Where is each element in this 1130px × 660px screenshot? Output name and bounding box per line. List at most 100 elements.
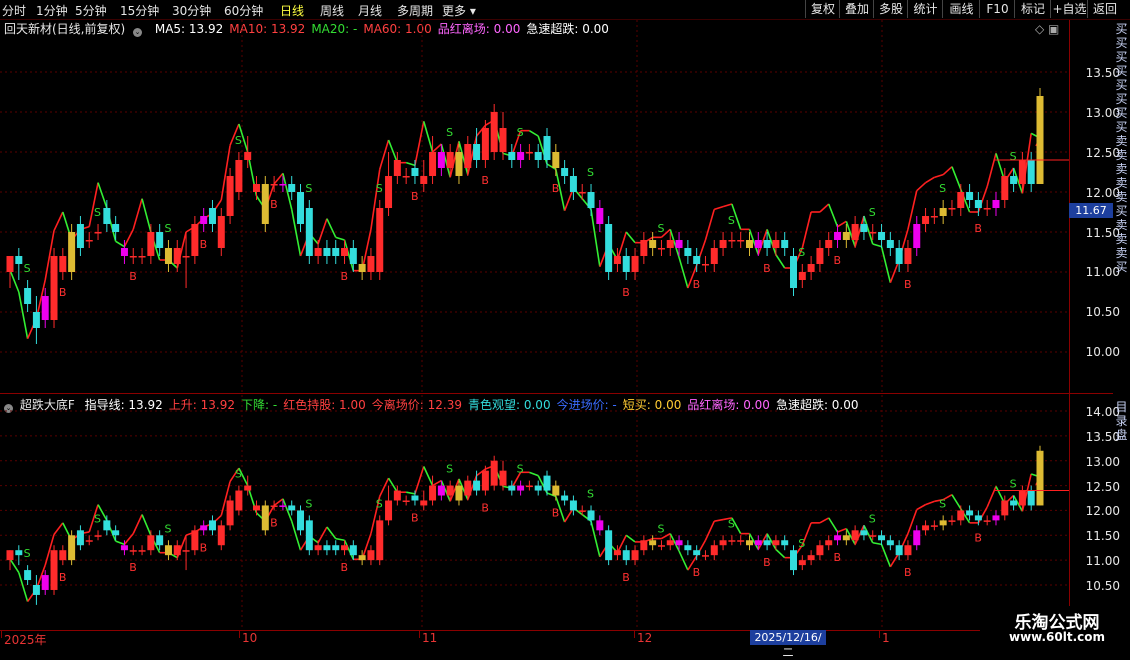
candle-body-main — [429, 152, 437, 176]
signal-sell-sub: S — [939, 497, 946, 510]
side-panel-cut-2: 目录盘 — [1115, 400, 1128, 442]
guide-line-segment-sub — [916, 503, 926, 511]
guide-line-segment-main — [528, 129, 539, 137]
candle-body-sub — [816, 545, 824, 556]
candle-body-sub — [983, 520, 991, 522]
candle-body-sub — [781, 540, 789, 546]
candle-body-sub — [244, 485, 252, 491]
signal-buy-main: B — [552, 182, 560, 195]
candle-body-sub — [834, 535, 842, 541]
signal-buy-main: B — [481, 174, 489, 187]
candle-body-main — [930, 216, 938, 218]
guide-line-segment-main — [775, 254, 786, 269]
candle-body-sub — [499, 470, 507, 486]
candle-body-main — [323, 248, 331, 256]
signal-sell-sub: S — [1010, 478, 1017, 491]
candle-body-sub — [922, 525, 930, 531]
candle-body-sub — [314, 545, 322, 551]
signal-buy-sub: B — [481, 502, 489, 515]
signal-buy-main: B — [622, 286, 630, 299]
candle-body-main — [569, 176, 577, 192]
candle-body-main — [913, 224, 921, 248]
candle-body-main — [244, 152, 252, 160]
candle-body-sub — [261, 505, 269, 531]
candle-body-main — [851, 224, 859, 240]
candle-body-sub — [385, 500, 393, 521]
candle-body-sub — [790, 550, 798, 571]
candle-body-main — [226, 176, 234, 216]
candle-body-main — [499, 128, 507, 152]
candle-body-sub — [886, 540, 894, 546]
candle-body-main — [719, 240, 727, 248]
guide-line-segment-main — [880, 246, 892, 283]
candle-body-sub — [851, 530, 859, 541]
guide-line-segment-sub — [432, 479, 442, 487]
candle-body-main — [200, 216, 208, 224]
candle-body-sub — [156, 535, 164, 546]
toolbar-button-8[interactable]: 返回 — [1087, 0, 1122, 18]
guide-line-segment-main — [827, 203, 839, 227]
guide-line-segment-sub — [714, 518, 724, 522]
candle-body-main — [208, 208, 216, 224]
candle-body-main — [816, 248, 824, 264]
candle-body-main — [164, 248, 172, 264]
guide-line-segment-main — [714, 205, 724, 211]
candle-body-main — [684, 248, 692, 256]
watermark: 乐淘公式网 www.60lt.com — [984, 606, 1130, 650]
candle-body-main — [156, 232, 164, 248]
candle-body-main — [534, 152, 542, 160]
signal-sell-sub: S — [376, 497, 383, 510]
signal-sell-sub: S — [657, 522, 664, 535]
candle-body-main — [94, 232, 102, 234]
candle-body-main — [508, 152, 516, 160]
candle-body-sub — [103, 520, 111, 531]
signal-sell-main: S — [164, 222, 171, 235]
signal-buy-main: B — [974, 222, 982, 235]
candle-body-sub — [1001, 500, 1009, 516]
candle-body-sub — [138, 550, 146, 552]
candle-body-sub — [745, 540, 753, 546]
guide-line-segment-main — [53, 211, 64, 232]
candle-body-sub — [376, 520, 384, 561]
guide-line-segment-main — [88, 182, 99, 227]
candle-body-sub — [675, 540, 683, 546]
candle-body-main — [701, 264, 709, 266]
candle-body-main — [341, 248, 349, 256]
candle-body-sub — [94, 535, 102, 537]
candle-body-main — [798, 272, 806, 280]
candle-body-sub — [869, 535, 877, 537]
signal-buy-main: B — [200, 238, 208, 251]
price-tick: 11.00 — [1085, 554, 1120, 568]
candle-body-sub — [182, 550, 190, 552]
signal-sell-sub: S — [235, 468, 242, 481]
candle-body-main — [41, 296, 49, 320]
candle-body-main — [464, 144, 472, 168]
candle-body-sub — [552, 485, 560, 496]
candle-body-sub — [517, 485, 525, 491]
signal-sell-main: S — [1010, 150, 1017, 163]
candle-body-sub — [129, 550, 137, 552]
candle-body-main — [869, 232, 877, 234]
candle-body-main — [895, 248, 903, 264]
candle-body-main — [754, 240, 762, 248]
signal-buy-sub: B — [411, 511, 419, 524]
guide-line-segment-sub — [115, 540, 125, 546]
candle-body-main — [737, 240, 745, 242]
kline-chart[interactable]: S B S B S B S B S B S B S B S B S B S B S B S B S B S B S S B S B S B S B S B S… — [0, 0, 1070, 650]
guide-line-segment-main — [837, 220, 847, 228]
signal-buy-sub: B — [341, 561, 349, 574]
candle-body-main — [939, 208, 947, 216]
guide-line-segment-sub — [141, 514, 152, 536]
guide-line-segment-main — [378, 139, 390, 170]
signal-buy-sub: B — [834, 551, 842, 564]
candle-body-main — [957, 192, 965, 208]
candle-body-sub — [605, 530, 613, 561]
signal-buy-main: B — [693, 278, 701, 291]
candle-body-sub — [966, 510, 974, 516]
guide-line-segment-sub — [273, 498, 284, 507]
candle-body-main — [129, 256, 137, 258]
candle-body-main — [332, 248, 340, 256]
signal-sell-sub: S — [94, 512, 101, 525]
candle-body-sub — [208, 520, 216, 531]
current-price-label: 11.67 — [1069, 203, 1113, 218]
